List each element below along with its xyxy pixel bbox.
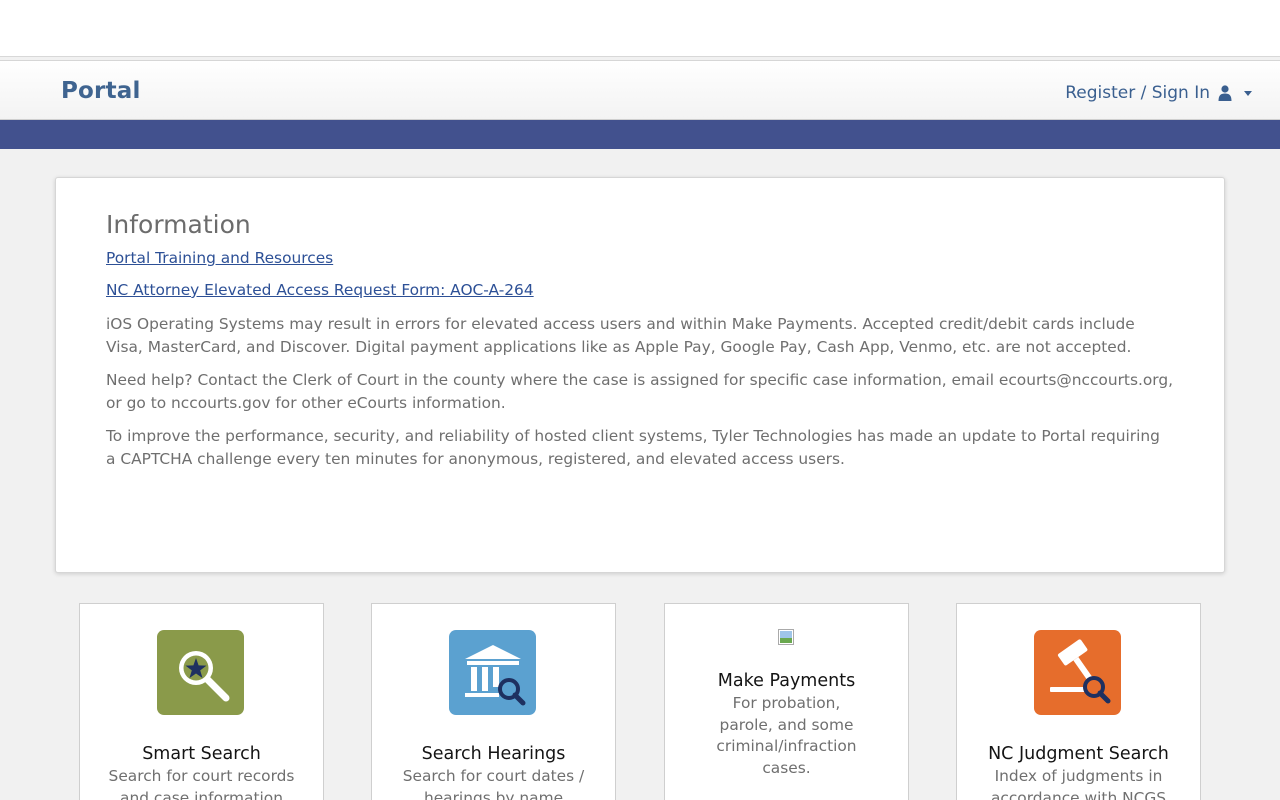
gavel-search-icon [1034, 630, 1121, 715]
make-payments-title: Make Payments [717, 671, 856, 691]
help-contact-text: Need help? Contact the Clerk of Court in… [106, 371, 1173, 412]
register-signin-menu[interactable]: Register / Sign In [1065, 83, 1252, 103]
information-panel: Information Portal Training and Resource… [55, 177, 1225, 573]
broken-image-icon [778, 629, 794, 645]
captcha-notice-text: To improve the performance, security, an… [106, 427, 1160, 468]
ios-notice-text: iOS Operating Systems may result in erro… [106, 315, 1135, 356]
judgment-search-title: NC Judgment Search [988, 744, 1169, 764]
search-hearings-tile[interactable]: Search Hearings Search for court dates /… [371, 603, 616, 800]
user-icon [1218, 85, 1232, 101]
brand-logo-link[interactable]: Portal [61, 78, 141, 104]
navbar: Portal Register / Sign In [0, 60, 1280, 120]
make-payments-tile[interactable]: Make Payments For probation, parole, and… [664, 603, 909, 800]
header-banner [0, 120, 1280, 149]
attorney-access-form-link[interactable]: NC Attorney Elevated Access Request Form… [106, 281, 1174, 300]
chevron-down-icon [1244, 90, 1252, 96]
judgment-search-tile[interactable]: NC Judgment Search Index of judgments in… [956, 603, 1201, 800]
search-hearings-desc: Search for court dates / hearings by nam… [402, 767, 585, 800]
judgment-search-desc: Index of judgments in accordance with NC… [990, 767, 1167, 800]
portal-training-link[interactable]: Portal Training and Resources [106, 249, 1174, 268]
search-hearings-title: Search Hearings [421, 744, 566, 764]
information-title: Information [106, 210, 251, 239]
top-spacer [0, 0, 1280, 57]
smart-search-desc: Search for court records and case inform… [108, 767, 295, 800]
courthouse-search-icon [449, 630, 536, 715]
make-payments-desc: For probation, parole, and some criminal… [716, 694, 857, 777]
smart-search-title: Smart Search [142, 744, 261, 764]
smart-search-tile[interactable]: Smart Search Search for court records an… [79, 603, 324, 800]
magnifier-star-icon [157, 630, 244, 715]
signin-label: Register / Sign In [1065, 83, 1210, 103]
